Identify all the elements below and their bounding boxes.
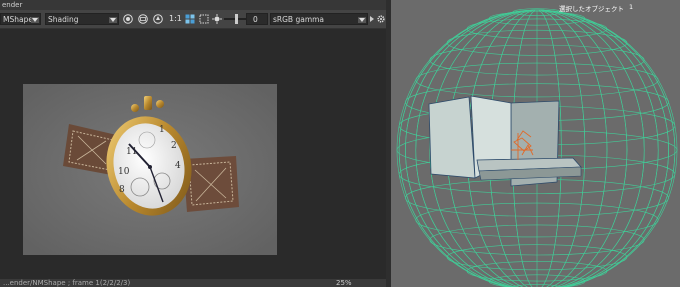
exposure-slider[interactable] [224, 14, 246, 24]
status-text: ...ender/NMShape ; frame 1(2/2/2/3) [3, 279, 131, 287]
wireframe-scene [396, 8, 678, 287]
colorspace-dropdown[interactable]: sRGB gamma [270, 13, 368, 25]
exposure-icon[interactable] [212, 14, 222, 24]
hud-selected-objects-value: 1 [629, 3, 634, 11]
svg-text:4: 4 [175, 161, 181, 171]
render-toolbar: MShape Shading 1:1 0 sRGB gamma [0, 10, 386, 29]
camera-dropdown-label: MShape [3, 15, 33, 24]
panel-title-bar: ender [0, 0, 386, 10]
status-bar: ...ender/NMShape ; frame 1(2/2/2/3) 25% [0, 279, 386, 287]
render-view-panel: ender MShape Shading 1:1 0 sRGB gamma 10… [0, 0, 386, 287]
svg-text:10: 10 [118, 167, 130, 177]
scroll-right-icon[interactable] [369, 14, 376, 24]
3d-viewport[interactable]: 選択したオブジェクト 1 [391, 0, 680, 287]
svg-text:8: 8 [119, 185, 125, 195]
ratio-button[interactable]: 1:1 [169, 13, 182, 25]
svg-text:1: 1 [159, 125, 165, 135]
region-select-icon[interactable] [199, 14, 209, 24]
settings-icon[interactable] [377, 14, 385, 24]
render-viewport[interactable]: 10 8 4 2 11 1 [0, 29, 386, 279]
left-wall [428, 96, 476, 179]
render-region-icon[interactable] [138, 14, 148, 24]
exposure-field[interactable]: 0 [246, 13, 268, 25]
slider-handle[interactable] [235, 14, 238, 24]
snapshot-icon[interactable] [123, 14, 133, 24]
chevron-down-icon [109, 17, 117, 23]
colorspace-dropdown-label: sRGB gamma [273, 15, 325, 24]
panel-title: ender [2, 1, 23, 9]
camera-dropdown[interactable]: MShape [0, 13, 41, 25]
chevron-down-icon [358, 17, 366, 23]
svg-text:2: 2 [171, 141, 177, 151]
display-dropdown-label: Shading [48, 15, 79, 24]
hud-selected-objects-label: 選択したオブジェクト [559, 5, 624, 13]
chevron-down-icon [31, 17, 39, 23]
watch-render: 10842 111 [23, 84, 277, 255]
color-channel-icon[interactable] [185, 14, 195, 24]
zoom-level: 25% [336, 279, 352, 287]
rendered-image: 10 8 4 2 11 1 [23, 84, 277, 255]
keep-image-icon[interactable] [153, 14, 163, 24]
display-dropdown[interactable]: Shading [45, 13, 119, 25]
